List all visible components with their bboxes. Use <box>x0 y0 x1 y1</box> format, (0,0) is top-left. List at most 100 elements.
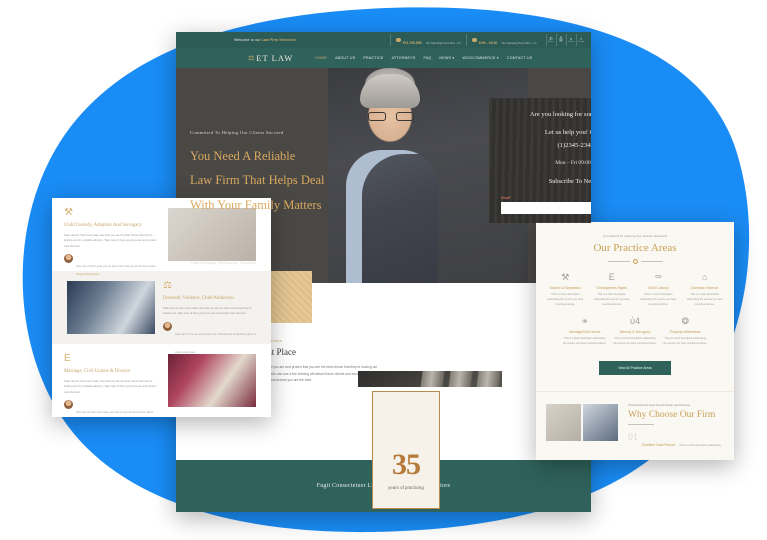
item-number: 01 <box>628 433 638 460</box>
scales-icon: ⚖ <box>248 55 254 62</box>
nav-menu[interactable]: HOME ABOUT US PRACTICE ATTORNEYS FAQ NEW… <box>315 56 532 60</box>
practice-area-item[interactable]: ⌂ Domestic Violence This is a short desc… <box>682 273 729 317</box>
item-title: Excellent Track Record <box>642 443 675 447</box>
hours-value: 8:00 - 19:00 <box>479 41 497 45</box>
practice-grid-row1: ⚒ Divorce & Separation This is a short d… <box>536 273 734 317</box>
hours-lines: 8:00 - 19:00 Our Operating Hours Mon. - … <box>479 32 537 49</box>
practice-area-desc: This is a short description elaborating … <box>563 337 607 347</box>
why-choose-body: Professional And Experienced Family Law … <box>628 404 724 460</box>
practice-area-label: Child Custody <box>638 286 679 290</box>
social-twitter-icon[interactable]: ᴠ Twitter <box>566 34 575 46</box>
hero-copy: Committed To Helping Our Clients Succeed… <box>190 130 342 217</box>
nav-item-news[interactable]: NEWS ▾ <box>439 56 454 60</box>
tumblr-label: Tumblr <box>578 41 584 43</box>
nav-item-attorneys[interactable]: ATTORNEYS <box>392 56 416 60</box>
phone-subtext: Our Operating Hours Mon. - Fri. <box>426 42 461 45</box>
social-tumblr-icon[interactable]: t Tumblr <box>576 34 585 46</box>
practice-area-item[interactable]: ὑ4 Alimony & Surrogacy This is a short d… <box>610 317 660 357</box>
quote-body: Take care for them and make care that yo… <box>76 400 160 417</box>
quote-body: Take care of them good you are and prote… <box>76 254 156 276</box>
divider-diamond-icon <box>633 259 638 264</box>
broken-home-icon: ⌂ <box>685 273 726 282</box>
divider-line-left <box>608 261 630 262</box>
phone-info[interactable]: 973.759.898 Our Operating Hours Mon. - F… <box>390 34 466 46</box>
practice-area-label: Alimony & Surrogacy <box>613 330 657 334</box>
wedding-photo <box>168 354 256 407</box>
nav-item-practice[interactable]: PRACTICE <box>363 56 383 60</box>
service-row[interactable]: ⚖ Domestic Violence, Child Abduction Tak… <box>52 271 271 344</box>
welcome-link[interactable]: Law Firm Services! <box>262 38 297 42</box>
practice-area-label: Domestic Violence <box>685 286 726 290</box>
welcome-message: Welcome to our Law Firm Services! <box>234 38 296 42</box>
nav-item-faq[interactable]: FAQ <box>423 56 431 60</box>
top-utility-bar: Welcome to our Law Firm Services! 973.75… <box>176 32 591 48</box>
composition-stage: Welcome to our Law Firm Services! 973.75… <box>0 0 767 540</box>
newsletter-heading: Subscribe To Newsletter <box>549 178 591 185</box>
nav-item-home[interactable]: HOME <box>315 56 327 60</box>
read-more-link[interactable]: Request Declaration <box>76 273 156 276</box>
avatar <box>64 254 73 263</box>
service-text: ⚖ Domestic Violence, Child Abduction Tak… <box>163 281 259 362</box>
practice-area-label: Grandparents Rights <box>592 286 633 290</box>
cta-phone-number[interactable]: (1)2345-2345-54 <box>557 142 591 149</box>
practice-area-desc: This is a short description elaborating … <box>592 293 633 307</box>
years-of-practice-card: 35 years of practicing <box>372 391 440 509</box>
seal-icon: ❂ <box>663 317 707 326</box>
call-to-action-card[interactable]: Are you looking for someone to help? Let… <box>489 98 591 223</box>
service-title: Marriage, Civil Unions & Divorce <box>64 369 160 374</box>
practice-area-desc: This is a short description elaborating … <box>638 293 679 307</box>
quote-text: Take care for me are and protect care. S… <box>175 333 256 354</box>
social-fax-icon[interactable]: ⎙ Fax <box>556 34 565 46</box>
office-meeting-photo <box>67 281 155 334</box>
service-title: Domestic Violence, Child Abduction <box>163 296 259 301</box>
practice-area-item[interactable]: ⚭ Marriage/Civil Unions This is a short … <box>560 317 610 357</box>
practice-areas-mockup[interactable]: Committed To Helping Our Clients Succeed… <box>536 222 734 460</box>
phone-icon <box>396 38 401 43</box>
nav-item-about-us[interactable]: ABOUT US <box>335 56 355 60</box>
view-all-practice-areas-button[interactable]: View All Practice Areas <box>599 361 671 375</box>
practice-area-desc: This is a short description elaborating … <box>663 337 707 347</box>
email-field-label: Email* <box>501 196 591 200</box>
practice-area-item[interactable]: ⚰ Child Custody This is a short descript… <box>635 273 682 317</box>
service-quote: Take care of them good you are and prote… <box>64 254 160 276</box>
portrait-hair <box>360 74 420 108</box>
email-label-text: Email <box>501 196 510 200</box>
newsletter-form[interactable]: Email* SUBMIT <box>501 196 591 214</box>
hours-subtext: Our Operating Hours Mon. - Fri. <box>502 42 537 45</box>
hero-kicker: Committed To Helping Our Clients Succeed <box>190 130 342 135</box>
hero-headline-line1: You Need A Reliable <box>190 144 342 168</box>
practice-area-label: Property Settlements <box>663 330 707 334</box>
phone-label: Phone <box>548 41 554 43</box>
practice-area-desc: This is a short description elaborating … <box>685 293 726 307</box>
bell-icon: ὑ4 <box>613 317 657 326</box>
nav-item-contact-us[interactable]: CONTACT US <box>507 56 533 60</box>
services-list-mockup[interactable]: ⚒ Child Custody, Adoption And Surrogacy … <box>52 198 271 417</box>
family-photo <box>546 404 581 441</box>
practice-area-desc: This is a short description elaborating … <box>545 293 586 307</box>
hero-address: Central Square, Melbourne, Australia <box>190 260 256 265</box>
document-icon: ὜E <box>64 354 160 364</box>
twitter-label: Twitter <box>568 41 574 43</box>
welcome-prefix: Welcome to our <box>234 38 261 42</box>
why-choose-rule <box>628 424 654 425</box>
social-links[interactable]: ✆ Phone ⎙ Fax ᴠ Twitter t Tumblr <box>546 34 585 46</box>
phone-lines: 973.759.898 Our Operating Hours Mon. - F… <box>403 32 462 49</box>
portrait-glasses <box>368 112 414 121</box>
nav-item-woocommerce[interactable]: WOOCOMMERCE ▾ <box>463 56 499 60</box>
email-input[interactable] <box>501 202 591 214</box>
practice-area-item[interactable]: ⚒ Divorce & Separation This is a short d… <box>542 273 589 317</box>
hours-info[interactable]: 8:00 - 19:00 Our Operating Hours Mon. - … <box>466 34 542 46</box>
years-label: years of practicing <box>388 485 424 490</box>
years-number: 35 <box>392 450 420 480</box>
section-divider <box>536 259 734 264</box>
cta-hours: Mon – Fri 09:00-17:00 <box>555 160 591 166</box>
practice-area-item[interactable]: ❂ Property Settlements This is a short d… <box>660 317 710 357</box>
cta-call-line: Let us help you! Call Now <box>545 129 591 136</box>
site-logo[interactable]: ⚖ ET LAW <box>248 53 293 63</box>
practice-area-item[interactable]: ὜E Grandparents Rights This is a short d… <box>589 273 636 317</box>
service-description: Take care for them and make care that yo… <box>163 306 259 317</box>
service-description: Take care for them and make care that yo… <box>64 233 160 249</box>
gavel-icon: ⚒ <box>545 273 586 282</box>
service-row[interactable]: ὜E Marriage, Civil Unions & Divorce Take… <box>52 344 271 417</box>
social-phone-icon[interactable]: ✆ Phone <box>546 34 555 46</box>
